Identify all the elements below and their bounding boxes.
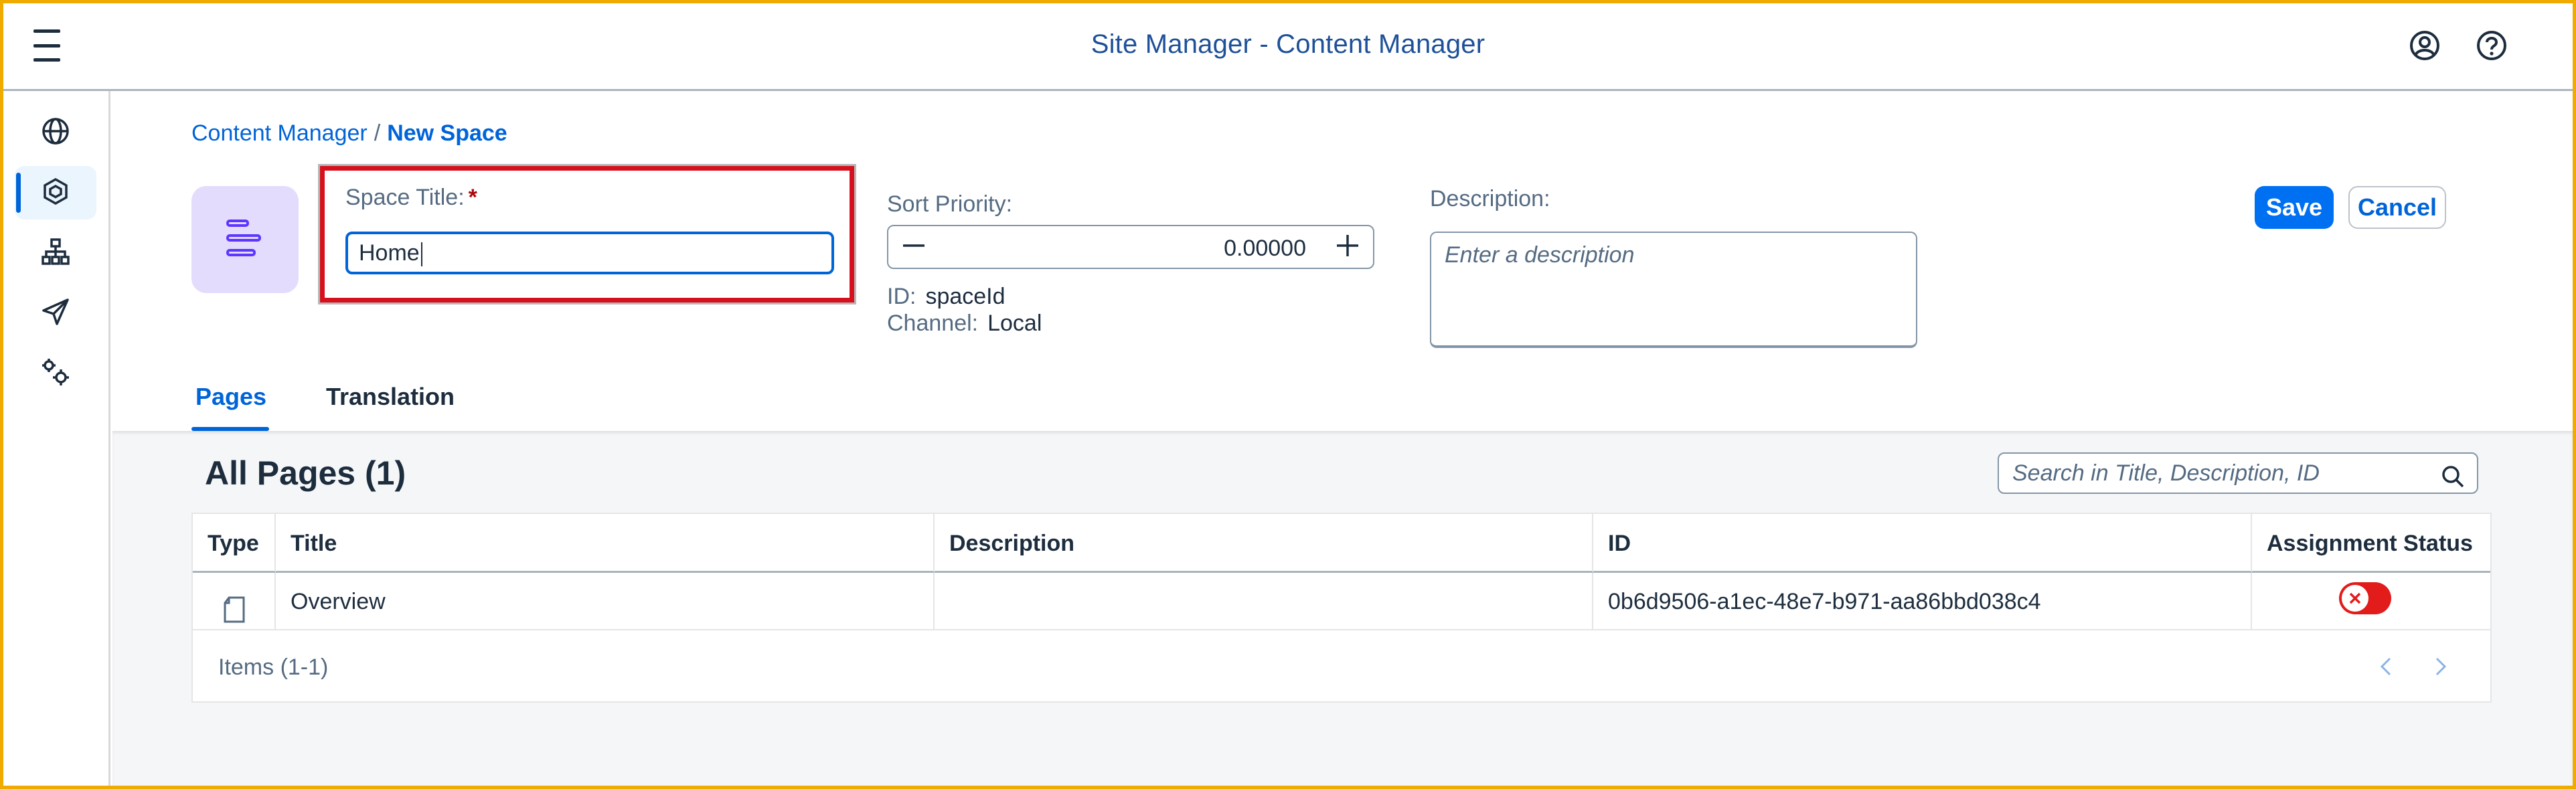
search-icon[interactable] <box>2441 462 2465 488</box>
previous-page-icon[interactable] <box>2373 653 2400 680</box>
close-icon <box>2342 585 2368 612</box>
channel-row: Channel: Local <box>887 311 1042 336</box>
id-row: ID: spaceId <box>887 284 1005 309</box>
cancel-button[interactable]: Cancel <box>2348 186 2446 229</box>
required-asterisk: * <box>468 185 477 210</box>
space-title-input[interactable]: Home <box>345 232 834 274</box>
sidebar-item-content-manager[interactable] <box>15 166 96 220</box>
save-button[interactable]: Save <box>2255 186 2334 229</box>
space-align-left-icon <box>225 217 265 263</box>
assignment-status-switch[interactable] <box>2339 582 2391 614</box>
sidebar-item-site-structure[interactable] <box>15 226 96 280</box>
table-cell-description <box>935 573 1593 630</box>
sidebar-item-settings[interactable] <box>15 347 96 400</box>
sort-priority-stepper[interactable]: 0.00000 <box>887 225 1374 269</box>
content-cube-icon <box>41 177 70 209</box>
items-count: Items (1-1) <box>218 654 329 680</box>
tab-translation[interactable]: Translation <box>326 383 455 411</box>
column-header-type: Type <box>193 514 276 573</box>
pages-table: Type Title Description ID Assignment Sta… <box>191 513 2492 703</box>
minus-icon <box>900 232 927 262</box>
increment-button[interactable] <box>1322 226 1373 268</box>
column-header-description[interactable]: Description <box>935 514 1593 573</box>
breadcrumb-separator: / <box>374 120 381 146</box>
user-profile-icon[interactable] <box>2409 29 2441 62</box>
help-icon[interactable] <box>2476 29 2508 62</box>
sidebar-item-globe[interactable] <box>15 106 96 159</box>
paper-plane-icon <box>41 297 70 330</box>
sort-priority-value: 0.00000 <box>1224 236 1306 261</box>
settings-gears-icon <box>41 357 70 390</box>
breadcrumb-link-content-manager[interactable]: Content Manager <box>191 120 368 146</box>
tab-pages[interactable]: Pages <box>195 383 266 411</box>
column-header-assignment-status: Assignment Status <box>2252 514 2490 573</box>
space-avatar <box>191 186 299 293</box>
id-value: spaceId <box>925 284 1005 309</box>
sitemap-icon <box>41 237 70 270</box>
column-header-id[interactable]: ID <box>1593 514 2252 573</box>
shell-bar: Site Manager - Content Manager <box>0 0 2576 91</box>
breadcrumb: Content Manager / New Space <box>191 120 507 147</box>
app-title: Site Manager - Content Manager <box>1091 29 1485 59</box>
page-icon <box>222 588 246 645</box>
side-navigation <box>0 91 110 789</box>
text-caret <box>420 242 422 267</box>
sort-priority-label: Sort Priority: <box>887 191 1013 217</box>
pages-search-input[interactable]: Search in Title, Description, ID <box>1998 452 2478 494</box>
all-pages-title: All Pages (1) <box>205 454 406 492</box>
channel-value: Local <box>987 311 1042 336</box>
description-label: Description: <box>1430 186 1550 211</box>
breadcrumb-current: New Space <box>387 120 507 146</box>
space-title-label: Space Title: * <box>345 185 477 210</box>
column-header-title[interactable]: Title <box>276 514 935 573</box>
table-row-type <box>193 573 276 630</box>
next-page-icon[interactable] <box>2427 653 2453 680</box>
decrement-button[interactable] <box>888 226 939 268</box>
sidebar-item-publish[interactable] <box>15 286 96 340</box>
description-textarea[interactable]: Enter a description <box>1430 232 1917 348</box>
globe-icon <box>41 116 70 149</box>
table-cell-id: 0b6d9506-a1ec-48e7-b971-aa86bbd038c4 <box>1593 573 2252 630</box>
plus-icon <box>1334 232 1361 262</box>
table-cell-title[interactable]: Overview <box>276 573 935 630</box>
